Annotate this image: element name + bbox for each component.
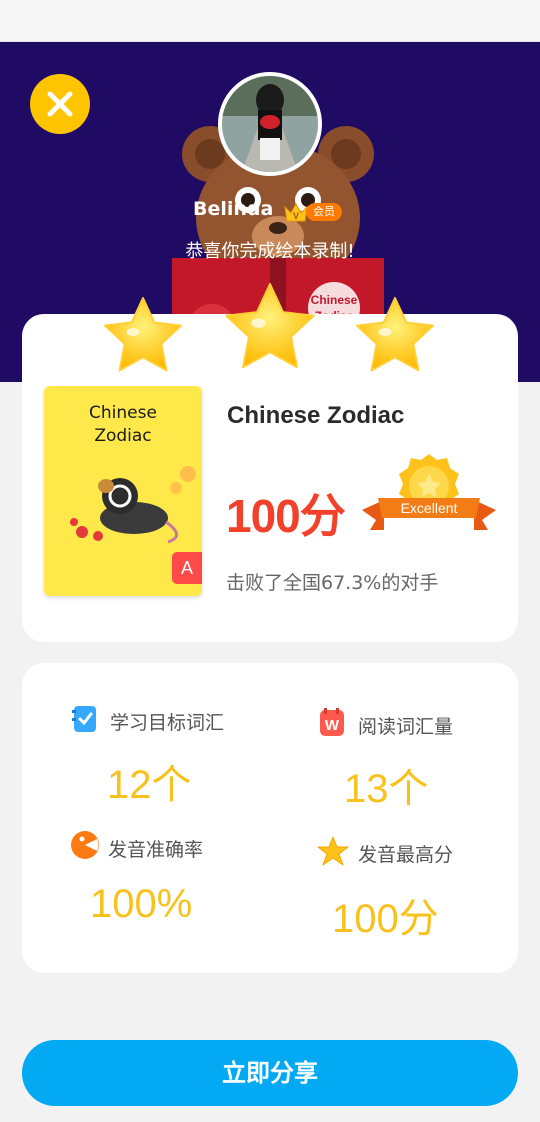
stat-label: 阅读词汇量 [358,716,454,738]
share-button[interactable]: 立即分享 [22,1040,518,1106]
rating-stars [104,283,434,372]
beat-percentage-text: 击败了全国67.3%的对手 [226,572,439,594]
story-title: Chinese Zodiac [227,402,405,429]
status-bar [0,0,540,42]
stat-value: 100% [90,882,193,926]
rat-illustration [70,466,196,544]
vocabulary-check-icon [72,706,96,732]
excellent-medal-icon: Excellent [362,454,496,530]
book-cover[interactable]: Chinese Zodiac A [44,386,202,596]
close-button[interactable] [30,74,90,134]
svg-text:W: W [325,717,340,734]
star-highlight [378,328,392,336]
stat-value: 100分 [332,897,439,941]
username: Belinda [193,198,274,220]
score-value: 100分 [226,490,346,542]
vip-badge: 会员 [306,203,342,221]
stat-value: 12个 [107,763,192,807]
stat-value: 13个 [344,767,429,811]
reading-w-icon: W [320,708,344,736]
stat-label: 发音最高分 [358,844,454,866]
rating-star-icon [356,297,434,372]
congrats-text: 恭喜你完成绘本录制! [185,241,355,262]
avatar[interactable] [218,72,322,176]
book-cover-title: Chinese Zodiac [44,402,202,448]
star-icon [317,836,349,866]
rating-star-icon [225,283,315,369]
avatar-photo [222,76,318,172]
book-cover-title-line-1: Chinese [89,403,157,423]
excellent-badge-text: Excellent [401,500,458,516]
book-level-badge: A [172,552,202,584]
rating-star-icon [104,297,182,372]
book-cover-title-line-2: Zodiac [94,426,152,446]
stat-label: 发音准确率 [108,839,204,861]
star-highlight [126,328,140,336]
pronunciation-icon [71,831,99,859]
stat-label: 学习目标词汇 [110,712,225,734]
star-highlight [251,318,266,328]
close-icon [47,91,73,117]
svg-text:V: V [293,211,299,221]
